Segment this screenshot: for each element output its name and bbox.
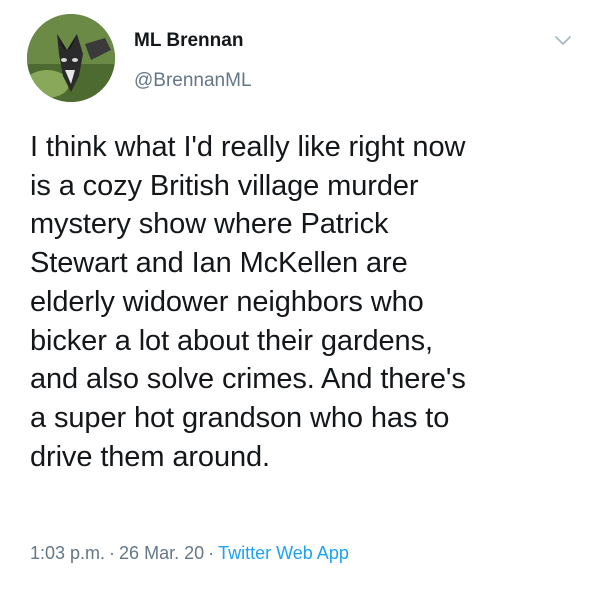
meta-separator: ·	[109, 543, 116, 563]
tweet-date[interactable]: 26 Mar. 20	[119, 543, 204, 563]
tweet-time[interactable]: 1:03 p.m.	[30, 543, 105, 563]
meta-separator: ·	[208, 543, 215, 563]
author-name[interactable]: ML Brennan	[134, 30, 243, 52]
author-handle[interactable]: @BrennanML	[134, 70, 252, 92]
avatar-image	[27, 14, 115, 102]
tweet-card: ML Brennan @BrennanML I think what I'd r…	[0, 0, 600, 600]
tweet-source-link[interactable]: Twitter Web App	[218, 543, 349, 563]
avatar[interactable]	[27, 14, 115, 102]
tweet-meta: 1:03 p.m. · 26 Mar. 20 · Twitter Web App	[30, 542, 349, 564]
tweet-text: I think what I'd really like right now i…	[30, 131, 466, 473]
chevron-down-icon[interactable]	[553, 30, 573, 50]
